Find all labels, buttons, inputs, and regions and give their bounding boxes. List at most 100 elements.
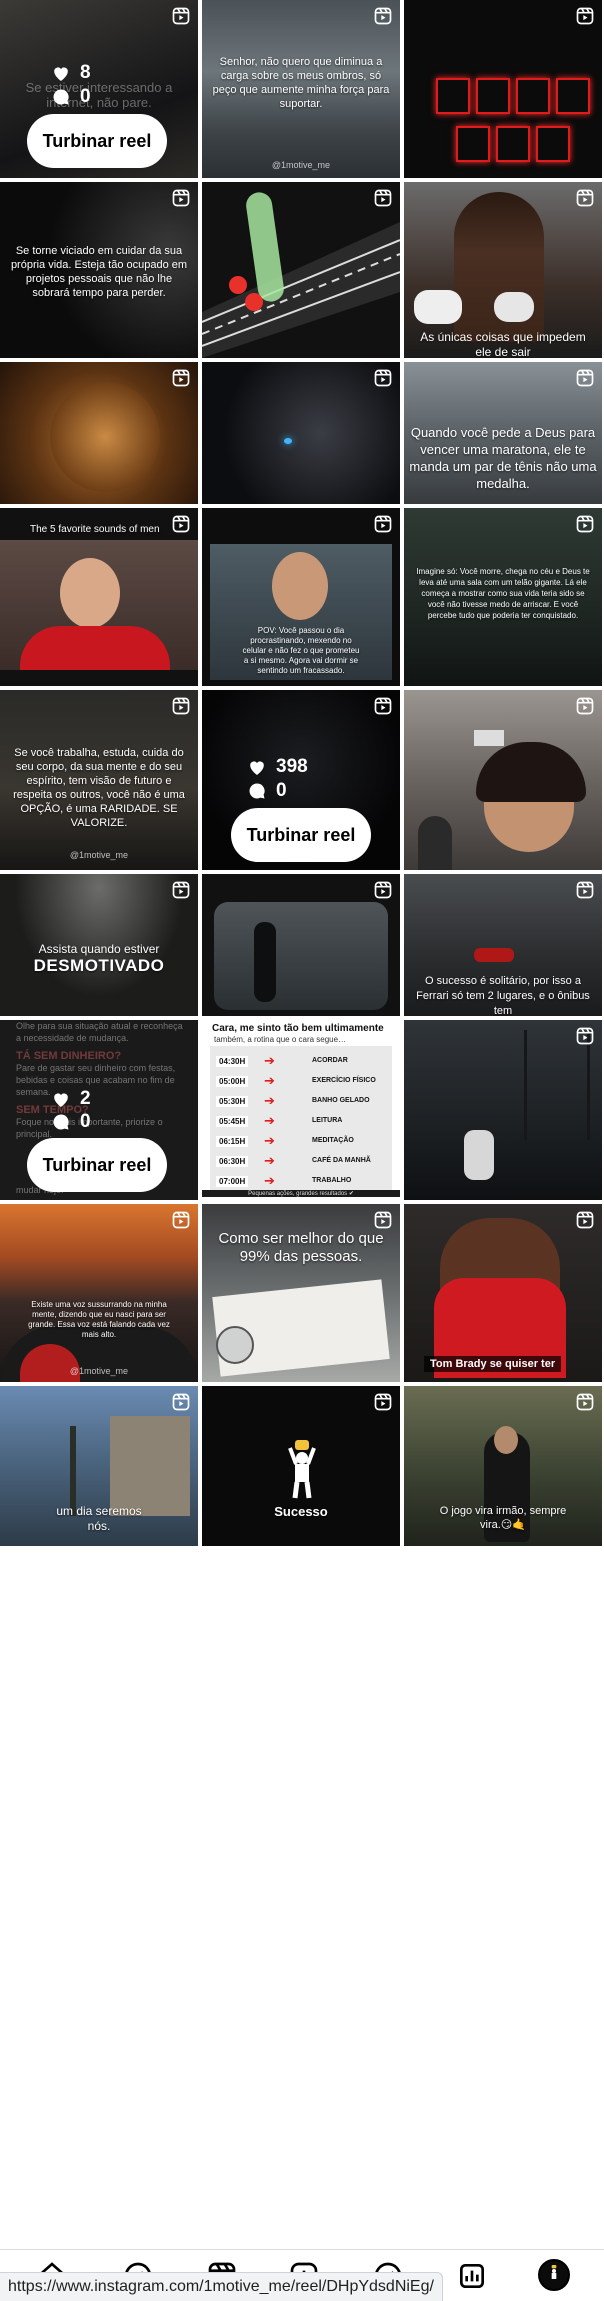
reel-tile-27[interactable]: O jogo vira irmão, sempre vira.😏🤙: [404, 1386, 602, 1546]
reel-tile-10[interactable]: The 5 favorite sounds of men: [0, 508, 198, 686]
reel-caption: Se torne viciado em cuidar da sua própri…: [10, 245, 188, 299]
reels-icon: [172, 7, 190, 25]
reel-caption: O jogo vira irmão, sempre vira.😏🤙: [439, 1505, 567, 1531]
schedule-board: 04:30H ➔ ACORDAR 05:00H ➔ EXERCÍCIO FÍSICO 05:…: [210, 1046, 392, 1190]
arrow-right-icon: ➔: [264, 1133, 275, 1148]
red-square: [476, 78, 510, 114]
girl-hair: [476, 742, 586, 802]
watermark: @1motive_me: [69, 1366, 129, 1376]
reel-caption: POV: Você passou o dia procrastinando, m…: [242, 626, 360, 675]
reel-caption: As únicas coisas que impedem ele de sair: [420, 330, 586, 358]
comments-count: 0: [52, 1111, 91, 1133]
reel-tile-4[interactable]: Se torne viciado em cuidar da sua própri…: [0, 182, 198, 358]
reel-tile-6[interactable]: As únicas coisas que impedem ele de sair: [404, 182, 602, 358]
schedule-task: EXERCÍCIO FÍSICO: [312, 1077, 376, 1084]
reel-tile-14[interactable]: 398 0 Turbinar reel: [202, 690, 400, 870]
reel-caption: Imagine só: Você morre, chega no céu e D…: [416, 567, 590, 620]
reel-tile-21[interactable]: [404, 1020, 602, 1200]
reel-tile-8[interactable]: [202, 362, 400, 504]
schedule-time: 06:30H: [216, 1156, 249, 1167]
reel-tile-24[interactable]: Tom Brady se quiser ter: [404, 1204, 602, 1382]
red-square: [556, 78, 590, 114]
reel-tile-3[interactable]: [404, 0, 602, 178]
reel-tile-16[interactable]: Assista quando estiver DESMOTIVADO: [0, 874, 198, 1016]
likes-count: 398: [248, 756, 308, 778]
rainy-scene: [214, 902, 388, 1010]
reel-tile-12[interactable]: Imagine só: Você morre, chega no céu e D…: [404, 508, 602, 686]
reels-icon: [374, 697, 392, 715]
reel-tile-1[interactable]: Se estiver interessando a internet, não …: [0, 0, 198, 178]
reel-tile-19[interactable]: Olhe para sua situação atual e reconheça…: [0, 1020, 198, 1200]
boost-reel-button[interactable]: Turbinar reel: [27, 1138, 167, 1192]
arrow-right-icon: ➔: [264, 1073, 275, 1088]
reels-icon: [172, 697, 190, 715]
likes-count: 2: [52, 1088, 91, 1110]
boost-reel-button[interactable]: Turbinar reel: [231, 808, 371, 862]
schedule-time: 05:30H: [216, 1096, 249, 1107]
reel-tile-9[interactable]: Quando você pede a Deus para vencer uma …: [404, 362, 602, 504]
reel-tile-11[interactable]: POV: Você passou o dia procrastinando, m…: [202, 508, 400, 686]
schedule-time: 07:00H: [216, 1176, 249, 1187]
profile-reels-grid: Se estiver interessando a internet, não …: [0, 0, 604, 2249]
reel-tile-2[interactable]: Senhor, não quero que diminua a carga so…: [202, 0, 400, 178]
red-square: [516, 78, 550, 114]
heart-icon: [250, 760, 264, 775]
reels-icon: [374, 1393, 392, 1411]
reels-icon: [576, 369, 594, 387]
character-figure: [464, 1130, 494, 1180]
reel-tile-15[interactable]: [404, 690, 602, 870]
heart-icon: [54, 1092, 68, 1107]
reel-caption: Assista quando estiver: [38, 942, 160, 956]
trophy-figure-icon: [551, 2265, 557, 2279]
reel-caption-emphasis: DESMOTIVADO: [33, 956, 165, 975]
highway-illustration: [202, 192, 400, 358]
reel-tile-22[interactable]: Existe uma voz sussurrando na minha ment…: [0, 1204, 198, 1382]
reels-icon: [576, 515, 594, 533]
reel-tile-20[interactable]: Cara, me sinto tão bem ultimamente també…: [202, 1020, 400, 1200]
reel-caption: Se estiver interessando a internet, não …: [25, 80, 173, 110]
schedule-time: 05:45H: [216, 1116, 249, 1127]
reel-caption: Quando você pede a Deus para vencer uma …: [409, 425, 597, 491]
comments-count: 0: [248, 780, 287, 802]
heart-icon: [54, 66, 68, 81]
reel-tile-25[interactable]: um dia seremos nós.: [0, 1386, 198, 1546]
schedule-row: 05:00H ➔ EXERCÍCIO FÍSICO: [216, 1072, 386, 1094]
reels-icon: [576, 1027, 594, 1045]
watermark: @1motive_me: [69, 850, 129, 860]
comment-icon: [53, 1114, 69, 1130]
reel-tile-17[interactable]: [202, 874, 400, 1016]
comments-count: 0: [52, 86, 91, 108]
reels-icon: [172, 881, 190, 899]
profile-avatar[interactable]: [538, 2259, 570, 2291]
arrow-right-icon: ➔: [264, 1053, 275, 1068]
schedule-task: LEITURA: [312, 1117, 343, 1124]
face: [272, 552, 328, 620]
palm-tree: [70, 1426, 76, 1516]
comment-icon: [53, 89, 69, 105]
arrow-right-icon: ➔: [264, 1153, 275, 1168]
tom-brady-label: Tom Brady se quiser ter: [424, 1356, 562, 1372]
schedule-row: 05:45H ➔ LEITURA: [216, 1112, 386, 1134]
reels-icon: [374, 1211, 392, 1229]
schedule-task: MEDITAÇÃO: [312, 1137, 354, 1144]
watermark: @1motive_me: [39, 154, 99, 164]
reels-icon: [576, 7, 594, 25]
lion-mane: [50, 382, 160, 492]
reels-icon: [576, 697, 594, 715]
reel-tile-13[interactable]: Se você trabalha, estuda, cuida do seu c…: [0, 690, 198, 870]
reels-icon: [172, 515, 190, 533]
reel-tile-26[interactable]: Sucesso: [202, 1386, 400, 1546]
red-square: [536, 126, 570, 162]
reels-icon: [576, 189, 594, 207]
person-background: [418, 816, 452, 870]
reel-tile-23[interactable]: Como ser melhor do que 99% das pessoas.: [202, 1204, 400, 1382]
reel-tile-18[interactable]: O sucesso é solitário, por isso a Ferrar…: [404, 874, 602, 1016]
insights-icon[interactable]: [456, 2260, 488, 2292]
arrow-right-icon: ➔: [264, 1173, 275, 1188]
reel-tile-5[interactable]: [202, 182, 400, 358]
red-square: [436, 78, 470, 114]
reel-tile-7[interactable]: [0, 362, 198, 504]
post-subtitle: também, a rotina que o cara segue…: [214, 1035, 347, 1044]
schedule-time: 04:30H: [216, 1056, 249, 1067]
ferrari-car: [474, 948, 514, 962]
